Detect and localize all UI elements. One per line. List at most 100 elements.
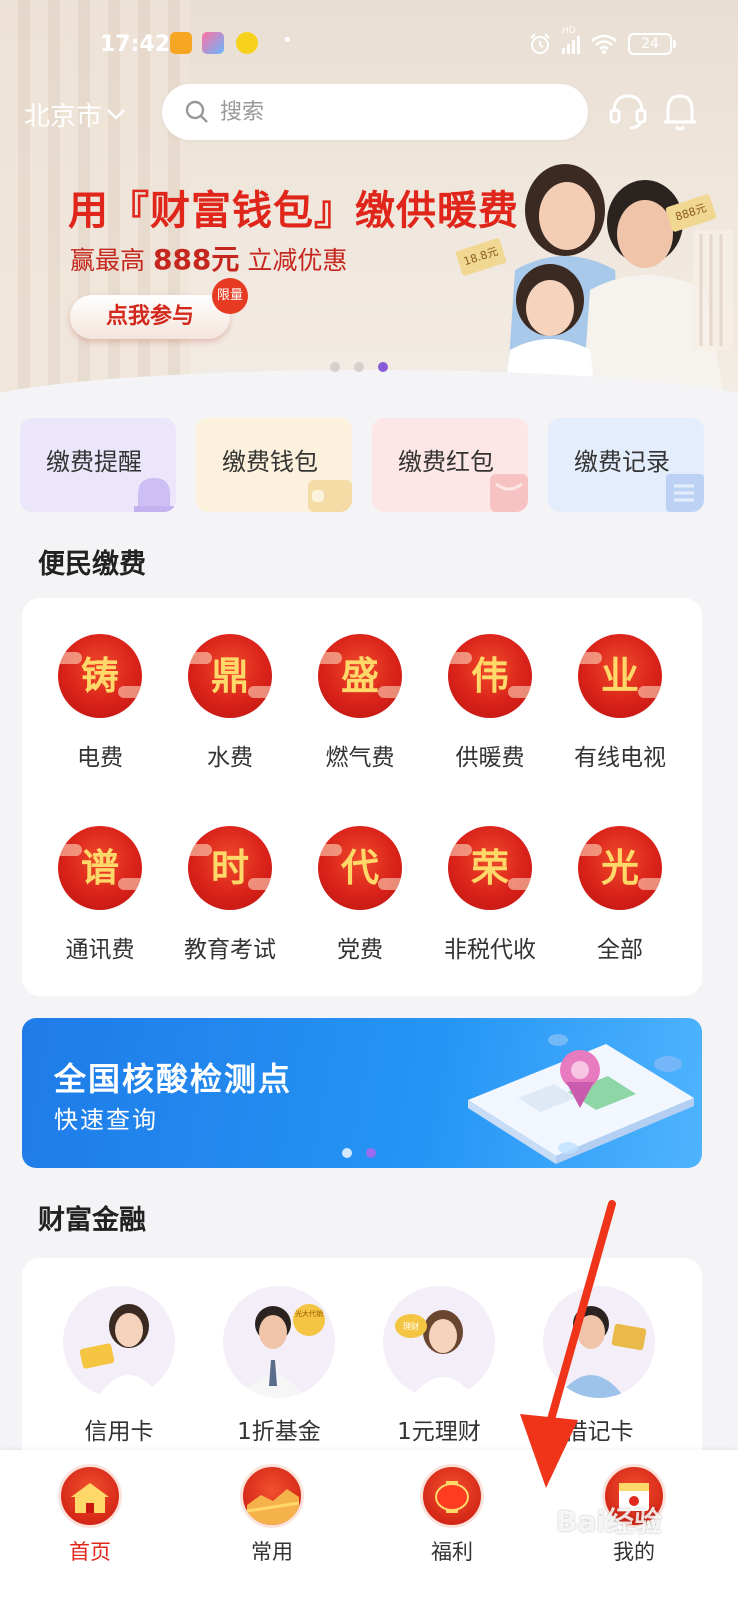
map-location-illustration [468, 1034, 694, 1164]
woman-finance-avatar-icon: 理财 [395, 1310, 475, 1398]
covid-banner-title: 全国核酸检测点 [54, 1060, 293, 1098]
tab-label: 首页 [69, 1540, 111, 1564]
tab-common[interactable]: 常用 [212, 1464, 332, 1566]
notification-bell-icon[interactable] [662, 90, 698, 132]
util-label: 党费 [337, 937, 383, 963]
game-app-icon [202, 32, 224, 54]
cell-signal-icon: HD [562, 26, 580, 54]
tab-label: 常用 [251, 1540, 293, 1564]
alarm-icon [530, 33, 550, 54]
promo-subtitle: 赢最高 888元 立减优惠 [70, 238, 347, 278]
payment-red-packet-card[interactable]: 缴费红包 [372, 418, 528, 512]
debit-card-item[interactable]: 借记卡 [524, 1286, 674, 1446]
notification-dot-icon: • [282, 30, 293, 51]
tab-benefits[interactable]: 福利 [392, 1464, 512, 1566]
heating-icon: 伟 [448, 634, 532, 718]
carousel-dot [330, 362, 340, 372]
water-item[interactable]: 鼎 水费 [165, 634, 295, 772]
chevron-down-icon [107, 108, 125, 120]
promo-title: 用『财富钱包』缴供暖费 [68, 188, 519, 234]
hero-carousel-indicator [330, 362, 388, 372]
telecom-item[interactable]: 谱 通讯费 [35, 826, 165, 964]
convenience-panel: 铸 电费 鼎 水费 盛 燃气费 伟 供暖费 业 有线电视 谱 通讯费 时 教育考… [22, 598, 702, 996]
cable-tv-item[interactable]: 业 有线电视 [555, 634, 685, 772]
wallet-icon [308, 480, 352, 512]
util-label: 燃气费 [325, 745, 395, 771]
payment-wallet-card[interactable]: 缴费钱包 [196, 418, 352, 512]
join-button[interactable]: 点我参与 [70, 295, 230, 339]
battery-indicator: 24 [628, 33, 676, 55]
great-wall-icon [240, 1464, 304, 1528]
message-app-icon [170, 32, 192, 54]
util-label: 供暖费 [455, 745, 525, 771]
wifi-icon [591, 34, 617, 54]
search-input[interactable] [220, 99, 540, 125]
util-label: 有线电视 [574, 745, 666, 771]
status-bar: 17:42 • HD 24 [0, 22, 738, 66]
electricity-icon: 铸 [58, 634, 142, 718]
music-app-icon [236, 32, 258, 54]
finance-label: 1元理财 [397, 1419, 481, 1445]
promo-subtitle-prefix: 赢最高 [70, 246, 146, 275]
fund-badge: 光大代销 [295, 1309, 323, 1318]
status-indicators: HD 24 [528, 26, 676, 56]
limited-badge: 限量 [212, 278, 248, 314]
quick-actions: 缴费提醒 缴费钱包 缴费红包 缴费记录 [20, 418, 704, 512]
finance-label: 1折基金 [237, 1419, 321, 1445]
debit-card-avatar [543, 1286, 655, 1398]
fund-item[interactable]: 光大代销 1折基金 [204, 1286, 354, 1446]
man-avatar-icon: 光大代销 [241, 1304, 325, 1398]
gas-item[interactable]: 盛 燃气费 [295, 634, 425, 772]
finance-section-title: 财富金融 [38, 1205, 146, 1236]
carousel-dot-active [366, 1148, 376, 1158]
party-fee-item[interactable]: 代 党费 [295, 826, 425, 964]
non-tax-item[interactable]: 荣 非税代收 [425, 826, 555, 964]
covid-test-banner[interactable]: 全国核酸检测点 快速查询 [22, 1018, 702, 1168]
quick-card-label: 缴费红包 [398, 448, 494, 476]
carousel-dot [342, 1148, 352, 1158]
electricity-item[interactable]: 铸 电费 [35, 634, 165, 772]
quick-card-label: 缴费钱包 [222, 448, 318, 476]
promo-subtitle-suffix: 立减优惠 [247, 246, 348, 275]
city-selector[interactable]: 北京市 [24, 96, 126, 133]
wealth-badge: 理财 [403, 1321, 419, 1331]
heating-item[interactable]: 伟 供暖费 [425, 634, 555, 772]
search-bar[interactable] [162, 84, 588, 140]
all-services-icon: 光 [578, 826, 662, 910]
gas-icon: 盛 [318, 634, 402, 718]
education-exam-icon: 时 [188, 826, 272, 910]
red-packet-icon [490, 474, 528, 512]
util-label: 教育考试 [184, 937, 276, 963]
credit-card-item[interactable]: 信用卡 [44, 1286, 194, 1446]
payment-reminder-card[interactable]: 缴费提醒 [20, 418, 176, 512]
wealth-item[interactable]: 理财 1元理财 [364, 1286, 514, 1446]
lantern-icon [420, 1464, 484, 1528]
util-label: 电费 [77, 745, 123, 771]
quick-card-label: 缴费记录 [574, 448, 670, 476]
baidu-watermark: Bai经验 [556, 1505, 662, 1538]
search-icon [185, 100, 208, 123]
receipt-icon [666, 474, 704, 512]
covid-banner-subtitle: 快速查询 [54, 1106, 158, 1134]
wealth-avatar: 理财 [383, 1286, 495, 1398]
party-fee-icon: 代 [318, 826, 402, 910]
telecom-icon: 谱 [58, 826, 142, 910]
quick-card-label: 缴费提醒 [46, 448, 142, 476]
carousel-dot [354, 362, 364, 372]
customer-service-icon[interactable] [608, 90, 648, 132]
tab-home[interactable]: 首页 [30, 1464, 150, 1566]
all-services-item[interactable]: 光 全部 [555, 826, 685, 964]
payment-records-card[interactable]: 缴费记录 [548, 418, 704, 512]
woman-avatar-icon [79, 1304, 161, 1398]
util-label: 水费 [207, 745, 253, 771]
fund-avatar: 光大代销 [223, 1286, 335, 1398]
home-icon [58, 1464, 122, 1528]
carousel-dot-active [378, 362, 388, 372]
status-time: 17:42 [100, 32, 171, 57]
non-tax-icon: 荣 [448, 826, 532, 910]
util-label: 非税代收 [444, 937, 536, 963]
education-exam-item[interactable]: 时 教育考试 [165, 826, 295, 964]
finance-label: 信用卡 [84, 1419, 154, 1445]
credit-card-avatar [63, 1286, 175, 1398]
covid-carousel-indicator [342, 1148, 376, 1158]
